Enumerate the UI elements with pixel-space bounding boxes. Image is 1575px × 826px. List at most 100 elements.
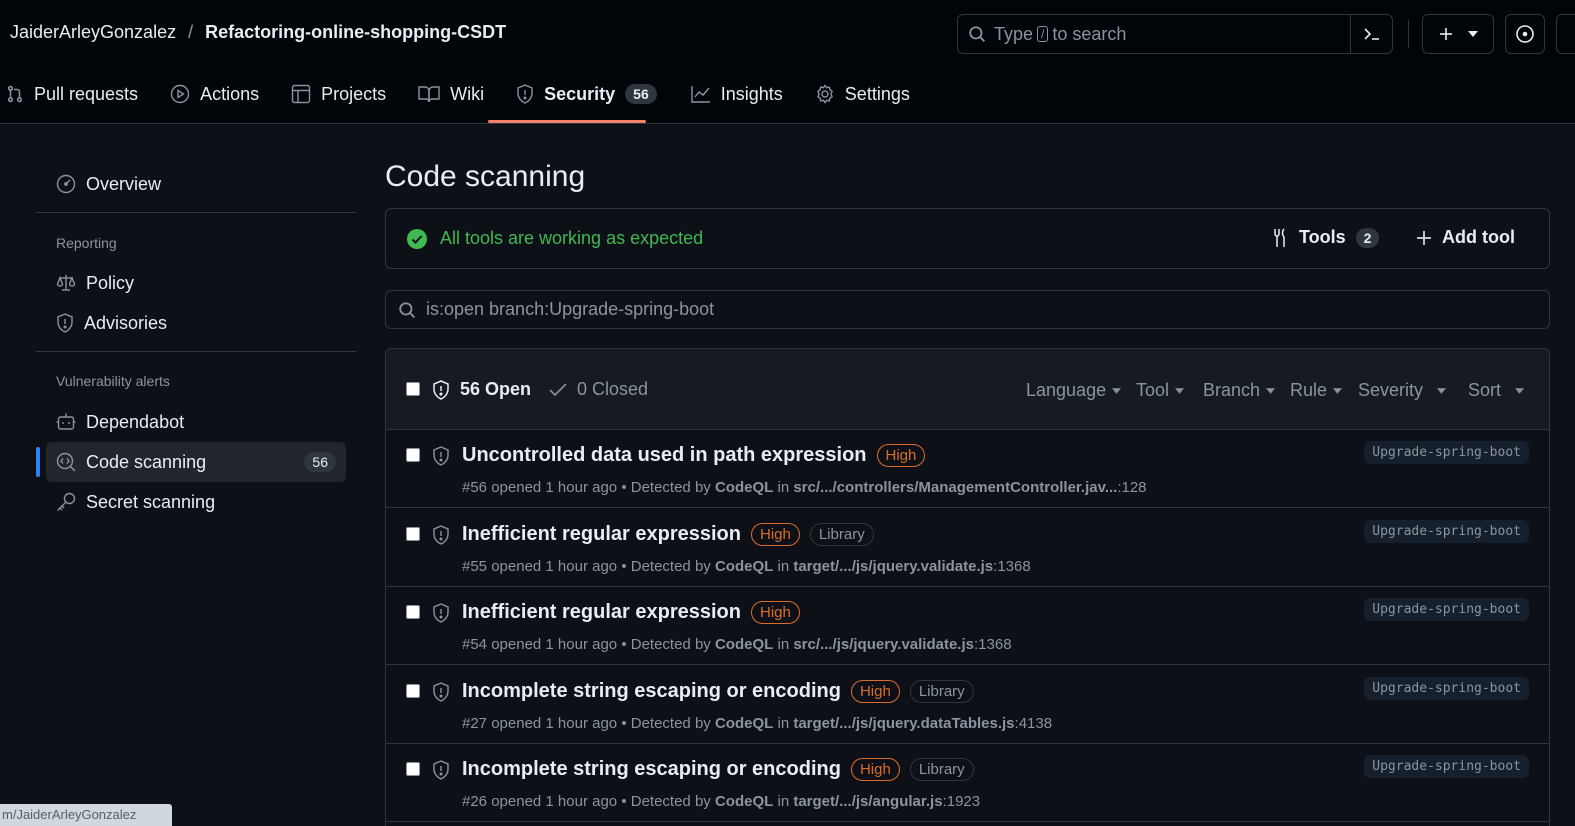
alert-title-link[interactable]: Incomplete string escaping or encoding	[462, 680, 841, 703]
tab-settings[interactable]: Settings	[813, 74, 912, 114]
tool-filter-menu[interactable]: Tool	[1136, 380, 1185, 401]
add-tool-label: Add tool	[1442, 227, 1515, 247]
sort-menu[interactable]: Sort	[1468, 380, 1525, 401]
alert-row[interactable]: Incomplete string escaping or encoding H…	[386, 666, 1549, 744]
codescan-icon	[56, 452, 76, 472]
search-key: /	[1037, 26, 1049, 42]
alerts-filter-input[interactable]: is:open branch:Upgrade-spring-boot	[385, 290, 1550, 329]
sidebar-item-label: Policy	[86, 272, 135, 293]
alert-in: in	[777, 715, 790, 732]
tools-icon	[1271, 227, 1289, 248]
sidebar-item-advisories[interactable]: Advisories	[46, 303, 346, 343]
alert-title-link[interactable]: Incomplete string escaping or encoding	[462, 758, 841, 781]
dependabot-icon	[56, 412, 76, 432]
alert-title-line: Incomplete string escaping or encoding H…	[462, 758, 974, 781]
breadcrumb-separator: /	[188, 22, 194, 42]
tab-pull-requests[interactable]: Pull requests	[4, 74, 140, 114]
pull-requests-button[interactable]	[1556, 14, 1575, 54]
sidebar-item-label: Code scanning	[86, 451, 207, 472]
open-alerts-filter[interactable]: 56 Open	[432, 379, 531, 400]
tab-insights[interactable]: Insights	[689, 74, 785, 114]
add-tool-button[interactable]: Add tool	[1416, 227, 1515, 248]
alert-title-line: Uncontrolled data used in path expressio…	[462, 444, 926, 467]
key-icon	[56, 492, 76, 512]
table-icon	[291, 84, 311, 104]
alert-checkbox[interactable]	[406, 605, 420, 619]
alert-meta: #55 opened 1 hour ago • Detected by Code…	[462, 558, 1031, 575]
create-new-button[interactable]	[1422, 14, 1494, 54]
repo-name-link[interactable]: Refactoring-online-shopping-CSDT	[205, 22, 506, 43]
alert-title-link[interactable]: Inefficient regular expression	[462, 601, 741, 624]
severity-badge: High	[876, 444, 926, 467]
search-placeholder: Type / to search	[994, 24, 1126, 45]
select-all-checkbox[interactable]	[406, 382, 420, 396]
alert-path: target/.../js/jquery.validate.js	[793, 558, 994, 575]
rule-filter-menu[interactable]: Rule	[1290, 380, 1343, 401]
sidebar-heading-reporting: Reporting	[56, 235, 117, 251]
tool-status-text: All tools are working as expected	[440, 228, 704, 248]
sidebar-divider	[36, 351, 356, 352]
tab-projects[interactable]: Projects	[289, 74, 388, 114]
breadcrumb: JaiderArleyGonzalez / Refactoring-online…	[10, 22, 506, 43]
graph-icon	[691, 85, 711, 103]
alert-title-link[interactable]: Inefficient regular expression	[462, 523, 741, 546]
active-tab-indicator	[488, 120, 646, 123]
branch-filter-menu[interactable]: Branch	[1203, 380, 1276, 401]
link-preview-statusbar: m/JaiderArleyGonzalez	[0, 804, 172, 826]
alert-row[interactable]: Inefficient regular expression High #54 …	[386, 587, 1549, 665]
tab-actions[interactable]: Actions	[168, 74, 261, 114]
branch-label: Upgrade-spring-boot	[1364, 598, 1529, 621]
language-filter-menu[interactable]: Language	[1026, 380, 1122, 401]
alert-checkbox[interactable]	[406, 448, 420, 462]
closed-count-label: 0 Closed	[577, 379, 649, 399]
sidebar-item-label: Dependabot	[86, 411, 185, 432]
sidebar-item-overview[interactable]: Overview	[46, 164, 346, 204]
tab-label: Pull requests	[34, 83, 139, 104]
alert-title-link[interactable]: Uncontrolled data used in path expressio…	[462, 444, 867, 467]
shield-icon	[432, 446, 450, 466]
alert-opened-text: opened 1 hour ago • Detected by	[491, 479, 711, 496]
closed-alerts-filter[interactable]: 0 Closed	[549, 379, 648, 400]
sidebar-divider	[36, 212, 356, 213]
filter-menu-label: Rule	[1290, 380, 1328, 400]
caret-down-icon	[1175, 387, 1185, 394]
severity-filter-menu[interactable]: Severity	[1358, 380, 1447, 401]
law-icon	[56, 273, 76, 293]
repo-tabs: Pull requests Actions Projects Wiki Secu…	[0, 74, 912, 124]
issue-icon	[1515, 24, 1535, 44]
filter-menu-label: Language	[1026, 380, 1107, 400]
global-search[interactable]: Type / to search	[957, 14, 1393, 54]
tab-security[interactable]: Security 56	[514, 74, 659, 114]
pull-request-icon	[6, 85, 24, 103]
alert-opened-text: opened 1 hour ago • Detected by	[491, 558, 711, 575]
command-palette-icon[interactable]	[1350, 15, 1392, 53]
book-icon	[418, 85, 440, 103]
repo-owner-link[interactable]: JaiderArleyGonzalez	[10, 22, 176, 43]
sidebar-item-policy[interactable]: Policy	[46, 263, 346, 303]
issues-button[interactable]	[1505, 14, 1545, 54]
alert-checkbox[interactable]	[406, 684, 420, 698]
alert-tool: CodeQL	[714, 793, 774, 810]
tools-count-badge: 2	[1355, 227, 1380, 248]
tools-button[interactable]: Tools 2	[1271, 227, 1380, 248]
shield-icon	[432, 525, 450, 545]
tab-wiki[interactable]: Wiki	[416, 74, 486, 114]
sidebar-item-dependabot[interactable]: Dependabot	[46, 402, 346, 442]
shield-icon	[432, 760, 450, 780]
alert-checkbox[interactable]	[406, 762, 420, 776]
filter-menu-label: Sort	[1468, 380, 1502, 400]
branch-label: Upgrade-spring-boot	[1364, 755, 1529, 778]
check-icon	[549, 382, 567, 397]
sidebar-item-secret-scanning[interactable]: Secret scanning	[46, 482, 346, 522]
alert-line: :1923	[942, 793, 981, 810]
alert-in: in	[777, 479, 790, 496]
library-badge: Library	[909, 680, 974, 703]
alert-row[interactable]: Inefficient regular expression High Libr…	[386, 509, 1549, 587]
sidebar-item-code-scanning[interactable]: Code scanning 56	[46, 442, 346, 482]
gear-icon	[815, 84, 835, 104]
alert-checkbox[interactable]	[406, 527, 420, 541]
alert-tool: CodeQL	[714, 636, 774, 653]
alert-row[interactable]: Uncontrolled data used in path expressio…	[386, 430, 1549, 508]
alert-row[interactable]: Incomplete string escaping or encoding H…	[386, 744, 1549, 822]
alert-meta: #56 opened 1 hour ago • Detected by Code…	[462, 479, 1147, 496]
